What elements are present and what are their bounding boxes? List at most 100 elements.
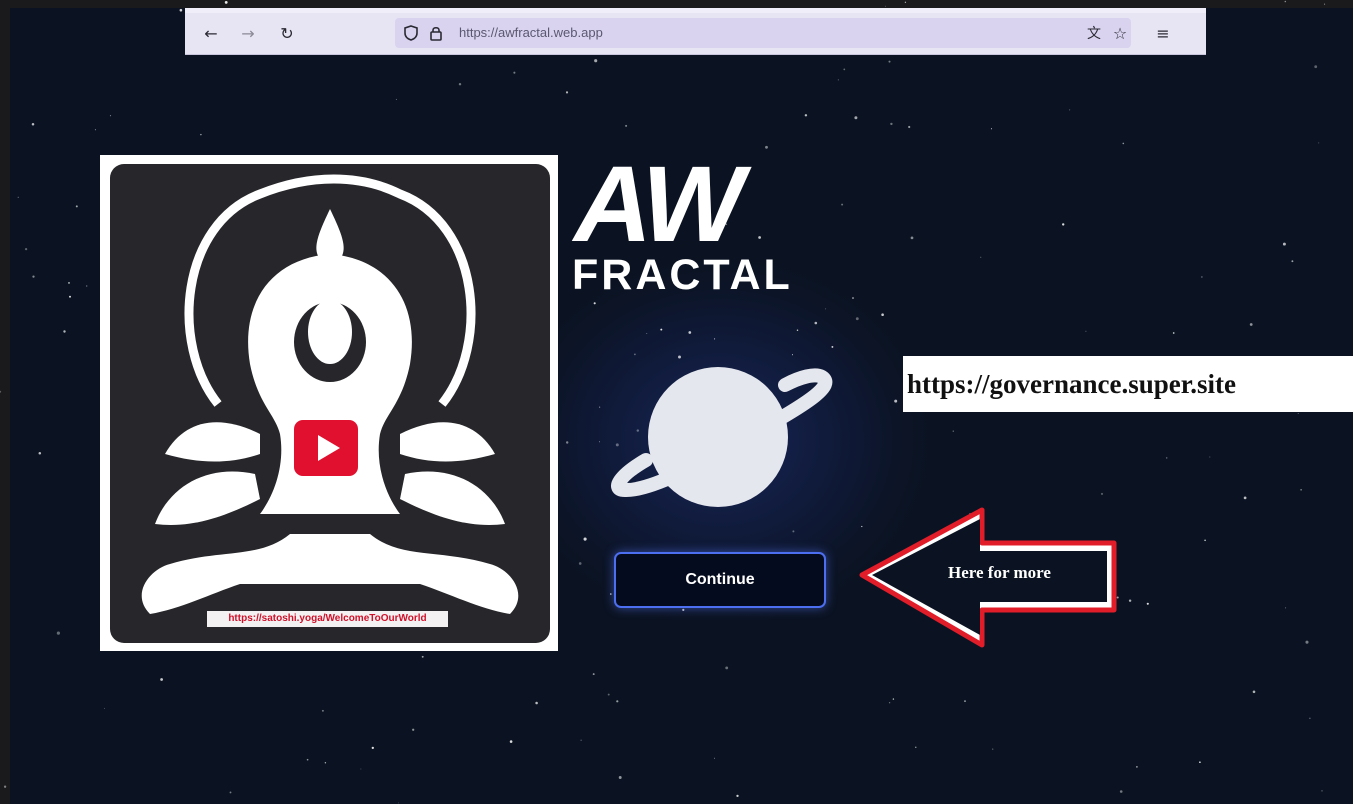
star bbox=[852, 297, 854, 299]
star bbox=[1321, 790, 1323, 792]
star bbox=[1243, 496, 1247, 500]
star bbox=[1146, 602, 1149, 605]
continue-button[interactable]: Continue bbox=[614, 552, 826, 608]
forward-arrow-icon[interactable]: → bbox=[237, 22, 259, 44]
star bbox=[796, 329, 799, 332]
star bbox=[646, 332, 648, 334]
reload-icon[interactable]: ↻ bbox=[276, 22, 298, 44]
star bbox=[1285, 607, 1287, 609]
star bbox=[881, 313, 884, 317]
star bbox=[1136, 766, 1138, 768]
star bbox=[224, 0, 228, 4]
planet-icon bbox=[611, 367, 833, 507]
star bbox=[1314, 65, 1318, 69]
arrow-label: Here for more bbox=[948, 563, 1051, 582]
star bbox=[915, 746, 917, 748]
star bbox=[888, 60, 891, 63]
star bbox=[804, 114, 808, 117]
star bbox=[513, 71, 516, 74]
star bbox=[625, 124, 628, 127]
star bbox=[855, 317, 859, 321]
star bbox=[75, 205, 78, 208]
star bbox=[792, 530, 795, 533]
star bbox=[992, 748, 994, 750]
star bbox=[843, 68, 846, 71]
star bbox=[1085, 330, 1087, 332]
star bbox=[578, 562, 582, 565]
governance-link[interactable]: https://governance.super.site bbox=[903, 356, 1353, 412]
star bbox=[1119, 790, 1123, 793]
star bbox=[68, 282, 70, 284]
promo-image-caption: https://satoshi.yoga/WelcomeToOurWorld bbox=[207, 611, 448, 627]
star bbox=[1201, 276, 1203, 278]
star bbox=[841, 203, 844, 206]
star bbox=[1165, 457, 1168, 459]
back-arrow-icon[interactable]: ← bbox=[200, 22, 222, 44]
star bbox=[1284, 0, 1287, 3]
star bbox=[765, 145, 768, 149]
star bbox=[565, 441, 569, 444]
star bbox=[904, 1, 907, 3]
star bbox=[725, 666, 729, 670]
promo-image[interactable]: https://satoshi.yoga/WelcomeToOurWorld bbox=[110, 164, 550, 643]
url-bar[interactable]: https://awfractal.web.app bbox=[395, 18, 1131, 48]
logo-fractal: FRACTAL bbox=[572, 251, 793, 299]
star bbox=[908, 125, 911, 129]
star bbox=[594, 59, 598, 63]
promo-image-frame[interactable]: https://satoshi.yoga/WelcomeToOurWorld bbox=[100, 155, 558, 651]
star bbox=[1249, 323, 1253, 326]
star bbox=[160, 678, 163, 681]
star bbox=[593, 302, 596, 305]
star bbox=[910, 236, 914, 240]
star bbox=[894, 399, 898, 403]
star bbox=[592, 673, 595, 676]
star bbox=[1172, 332, 1175, 334]
star bbox=[634, 353, 636, 356]
star bbox=[1318, 142, 1320, 144]
star bbox=[758, 236, 761, 239]
tab-strip-edge bbox=[185, 8, 1206, 13]
star bbox=[69, 295, 71, 298]
star bbox=[1128, 599, 1132, 602]
logo-aw: AW bbox=[574, 143, 744, 264]
star bbox=[1122, 142, 1125, 145]
meditating-figure-illustration bbox=[141, 174, 519, 614]
star bbox=[1305, 640, 1309, 644]
star bbox=[421, 655, 424, 658]
star bbox=[458, 82, 462, 86]
star bbox=[607, 693, 610, 696]
star bbox=[109, 115, 112, 117]
star bbox=[200, 133, 202, 136]
star-icon[interactable]: ☆ bbox=[1109, 22, 1131, 44]
shield-icon[interactable] bbox=[401, 23, 421, 43]
star bbox=[397, 802, 399, 804]
star bbox=[609, 593, 612, 595]
star bbox=[1309, 717, 1311, 719]
star bbox=[360, 768, 362, 770]
star bbox=[395, 98, 397, 100]
star bbox=[1300, 489, 1302, 491]
star bbox=[599, 406, 601, 408]
star bbox=[103, 707, 105, 709]
menu-icon[interactable]: ≡ bbox=[1152, 22, 1174, 44]
star bbox=[321, 709, 324, 712]
star bbox=[17, 196, 19, 198]
lock-icon[interactable] bbox=[426, 23, 446, 43]
star bbox=[736, 794, 739, 798]
url-text[interactable]: https://awfractal.web.app bbox=[459, 25, 603, 40]
star bbox=[888, 702, 891, 704]
star bbox=[814, 321, 818, 325]
star bbox=[1252, 690, 1256, 694]
star bbox=[892, 698, 895, 700]
star bbox=[682, 608, 685, 612]
star bbox=[990, 128, 993, 130]
star bbox=[825, 308, 827, 310]
translate-icon[interactable]: 文 bbox=[1083, 22, 1105, 44]
star bbox=[371, 746, 374, 750]
star bbox=[324, 762, 327, 764]
star bbox=[179, 8, 183, 12]
star bbox=[678, 355, 681, 359]
star bbox=[229, 791, 232, 794]
star bbox=[583, 537, 587, 541]
star bbox=[1199, 761, 1201, 764]
